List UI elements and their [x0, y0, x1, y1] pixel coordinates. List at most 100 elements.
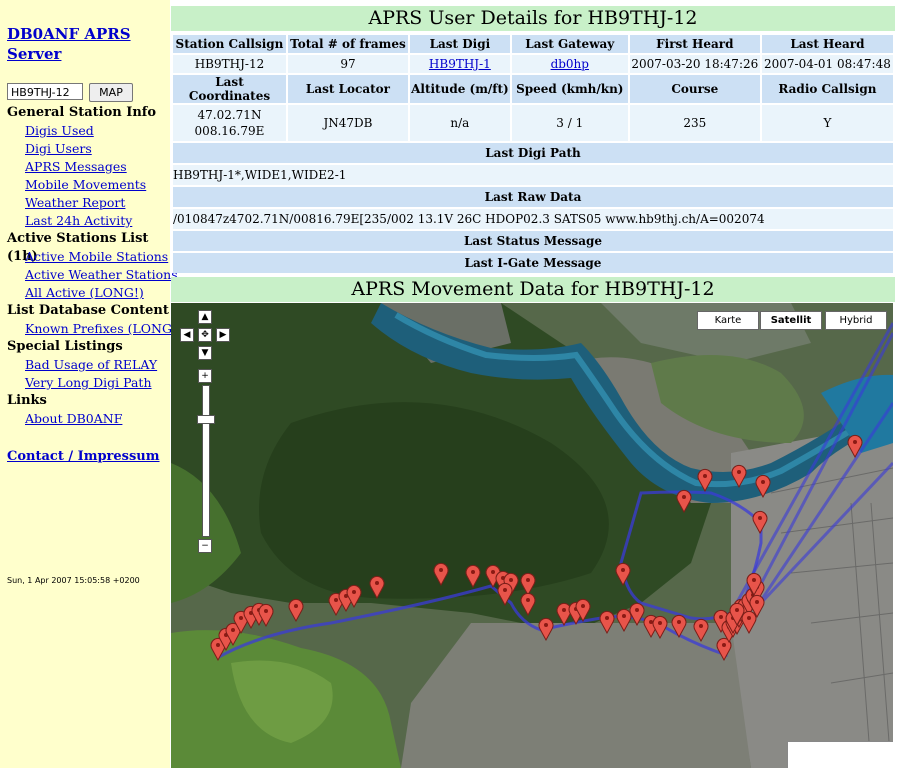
- nav-link[interactable]: Mobile Movements: [7, 176, 169, 194]
- pan-center-icon[interactable]: ✥: [198, 328, 212, 342]
- zoom-out-icon[interactable]: −: [198, 539, 212, 553]
- header-station-callsign: Station Callsign: [173, 35, 286, 53]
- nav-link[interactable]: Known Prefixes (LONG!): [7, 320, 182, 338]
- map-marker-icon[interactable]: [538, 617, 554, 642]
- nav-link[interactable]: Very Long Digi Path: [7, 374, 169, 392]
- header-first-heard: First Heard: [629, 35, 760, 53]
- header-course: Course: [629, 75, 760, 103]
- map-type-karte[interactable]: Karte: [697, 311, 759, 330]
- map-marker-icon[interactable]: [369, 575, 385, 600]
- header-row-1: Station Callsign Total # of frames Last …: [173, 35, 893, 53]
- nav-link[interactable]: Active Weather Stations: [7, 266, 178, 284]
- map-marker-icon[interactable]: [615, 562, 631, 587]
- map-marker-icon[interactable]: [741, 610, 757, 635]
- course-value: 235: [629, 105, 760, 141]
- nav-heading: Active Stations List (1h): [7, 231, 149, 264]
- last-igate-header: Last I-Gate Message: [173, 253, 893, 273]
- nav-heading: List Database Content: [7, 303, 169, 318]
- nav-link[interactable]: Bad Usage of RELAY: [7, 356, 169, 374]
- nav-link[interactable]: Weather Report: [7, 194, 169, 212]
- details-table: Station Callsign Total # of frames Last …: [171, 33, 895, 275]
- map-marker-icon[interactable]: [497, 582, 513, 607]
- nav-link[interactable]: Digis Used: [7, 122, 169, 140]
- nav-link[interactable]: Digi Users: [7, 140, 169, 158]
- last-digi-link[interactable]: HB9THJ-1: [429, 57, 491, 71]
- nav-heading: Links: [7, 393, 47, 408]
- header-last-digi: Last Digi: [409, 35, 510, 53]
- nav-link[interactable]: APRS Messages: [7, 158, 169, 176]
- pan-down-icon[interactable]: ▼: [198, 346, 212, 360]
- contact-link[interactable]: Contact / Impressum: [7, 449, 160, 464]
- station-callsign-value: HB9THJ-12: [173, 55, 286, 73]
- header-total-frames: Total # of frames: [287, 35, 408, 53]
- overview-map[interactable]: [787, 741, 893, 768]
- callsign-input[interactable]: HB9THJ-12: [7, 83, 83, 100]
- map-marker-icon[interactable]: [671, 614, 687, 639]
- value-row-2: 47.02.71N 008.16.79E JN47DB n/a 3 / 1 235…: [173, 105, 893, 141]
- sidebar-nav: General Station Info Digis Used Digi Users…: [7, 104, 182, 428]
- map-marker-icon[interactable]: [520, 572, 536, 597]
- map-marker-icon[interactable]: [755, 474, 771, 499]
- pan-right-icon[interactable]: ▶: [216, 328, 230, 342]
- speed-value: 3 / 1: [511, 105, 628, 141]
- altitude-value: n/a: [409, 105, 510, 141]
- map-marker-icon[interactable]: [629, 602, 645, 627]
- radio-callsign-value: Y: [761, 105, 893, 141]
- map-marker-icon[interactable]: [752, 510, 768, 535]
- last-raw-data-value: /010847z4702.71N/00816.79E[235/002 13.1V…: [173, 209, 893, 229]
- map-marker-icon[interactable]: [433, 562, 449, 587]
- value-row-1: HB9THJ-12 97 HB9THJ-1 db0hp 2007-03-20 1…: [173, 55, 893, 73]
- main-content: APRS User Details for HB9THJ-12 Station …: [171, 0, 899, 768]
- map-marker-icon[interactable]: [676, 489, 692, 514]
- map-marker-icon[interactable]: [616, 608, 632, 633]
- map-marker-icon[interactable]: [599, 610, 615, 635]
- pan-left-icon[interactable]: ◀: [180, 328, 194, 342]
- header-altitude: Altitude (m/ft): [409, 75, 510, 103]
- zoom-in-icon[interactable]: +: [198, 369, 212, 383]
- last-locator-value: JN47DB: [287, 105, 408, 141]
- map-marker-icon[interactable]: [693, 618, 709, 643]
- map-marker-icon[interactable]: [288, 598, 304, 623]
- header-last-coordinates: Last Coordinates: [173, 75, 286, 103]
- map-marker-icon[interactable]: [258, 603, 274, 628]
- last-raw-data-header: Last Raw Data: [173, 187, 893, 207]
- map-marker-icon[interactable]: [652, 615, 668, 640]
- movement-map[interactable]: Karte Satellit Hybrid ▲ ◀ ✥ ▶ ▼ + −: [171, 303, 893, 768]
- map-marker-icon[interactable]: [465, 564, 481, 589]
- nav-link[interactable]: About DB0ANF: [7, 410, 169, 428]
- map-marker-icon[interactable]: [556, 602, 572, 627]
- marker-layer: [210, 434, 863, 662]
- coord-lon: 008.16.79E: [194, 124, 265, 138]
- coord-lat: 47.02.71N: [197, 108, 262, 122]
- map-marker-icon[interactable]: [847, 434, 863, 459]
- last-status-header: Last Status Message: [173, 231, 893, 251]
- last-digi-path-header: Last Digi Path: [173, 143, 893, 163]
- header-speed: Speed (kmh/kn): [511, 75, 628, 103]
- sidebar: DB0ANF APRS Server HB9THJ-12 MAP General…: [0, 0, 182, 768]
- map-type-satellit[interactable]: Satellit: [760, 311, 822, 330]
- map-marker-icon[interactable]: [731, 464, 747, 489]
- last-digi-path-value: HB9THJ-1*,WIDE1,WIDE2-1: [173, 165, 893, 185]
- nav-link[interactable]: Active Mobile Stations: [7, 248, 169, 266]
- pan-up-icon[interactable]: ▲: [198, 310, 212, 324]
- movement-title: APRS Movement Data for HB9THJ-12: [171, 277, 895, 302]
- map-marker-icon[interactable]: [697, 468, 713, 493]
- zoom-slider-track[interactable]: [202, 385, 210, 537]
- header-last-locator: Last Locator: [287, 75, 408, 103]
- last-heard-value: 2007-04-01 08:47:48: [761, 55, 893, 73]
- server-title-link[interactable]: DB0ANF APRS Server: [7, 24, 167, 64]
- last-gateway-link[interactable]: db0hp: [551, 57, 589, 71]
- total-frames-value: 97: [287, 55, 408, 73]
- map-marker-icon[interactable]: [520, 592, 536, 617]
- header-last-heard: Last Heard: [761, 35, 893, 53]
- map-type-hybrid[interactable]: Hybrid: [825, 311, 887, 330]
- zoom-slider-handle[interactable]: [197, 415, 215, 424]
- nav-link[interactable]: All Active (LONG!): [7, 284, 169, 302]
- nav-link[interactable]: Last 24h Activity: [7, 212, 169, 230]
- first-heard-value: 2007-03-20 18:47:26: [629, 55, 760, 73]
- timestamp: Sun, 1 Apr 2007 15:05:58 +0200: [7, 576, 140, 585]
- header-radio-callsign: Radio Callsign: [761, 75, 893, 103]
- map-button[interactable]: MAP: [89, 83, 133, 102]
- nav-heading: General Station Info: [7, 105, 157, 120]
- page-title: APRS User Details for HB9THJ-12: [171, 6, 895, 31]
